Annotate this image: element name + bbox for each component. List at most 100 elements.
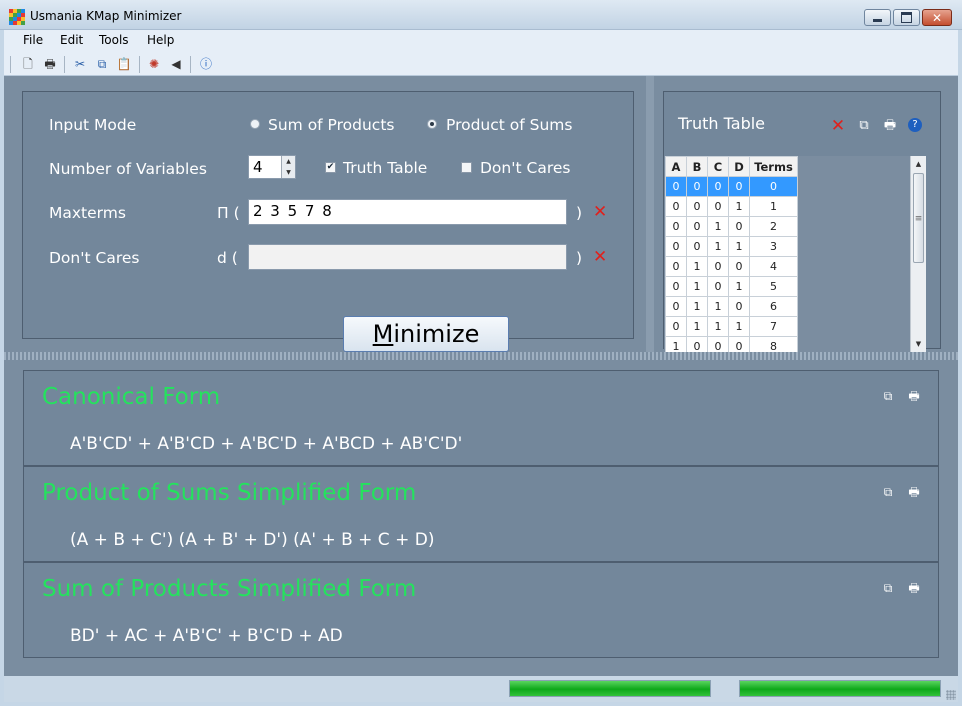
- dont-cares-checkbox-label[interactable]: Don't Cares: [480, 159, 570, 177]
- maxterms-label: Maxterms: [49, 204, 126, 222]
- sum-of-products-label[interactable]: Sum of Products: [268, 116, 394, 134]
- pos-simplified-panel: Product of Sums Simplified Form (A + B +…: [23, 466, 939, 562]
- scroll-up-icon[interactable]: ▲: [911, 156, 926, 172]
- spin-down-icon[interactable]: ▼: [282, 167, 295, 178]
- clear-dont-cares-icon[interactable]: ✕: [593, 249, 607, 266]
- truth-table-cell: 8: [749, 336, 798, 352]
- truth-table-row[interactable]: 01004: [665, 256, 798, 277]
- product-of-sums-label[interactable]: Product of Sums: [446, 116, 572, 134]
- print-table-icon[interactable]: 🖶: [882, 118, 898, 134]
- truth-table-row[interactable]: 01106: [665, 296, 798, 317]
- maxterms-prefix: Π (: [217, 204, 240, 222]
- truth-table-row[interactable]: 01117: [665, 316, 798, 337]
- truth-table-checkbox-label[interactable]: Truth Table: [343, 159, 427, 177]
- print-icon[interactable]: 🖶: [906, 580, 922, 596]
- number-of-variables-label: Number of Variables: [49, 160, 207, 178]
- pos-simplified-title: Product of Sums Simplified Form: [42, 480, 417, 506]
- resize-grip[interactable]: [946, 690, 956, 700]
- truth-table-cell: 0: [686, 236, 708, 257]
- truth-table-cell: 1: [728, 276, 750, 297]
- truth-table-cell: 0: [665, 276, 687, 297]
- settings-icon[interactable]: ✺: [146, 56, 162, 72]
- menu-help[interactable]: Help: [147, 33, 174, 47]
- toolbar-separator: [10, 56, 11, 73]
- truth-table-row[interactable]: 10008: [665, 336, 798, 352]
- truth-table-cell: 1: [707, 316, 729, 337]
- truth-table: A B C D Terms 00000000110010200113010040…: [665, 156, 798, 352]
- scroll-down-icon[interactable]: ▼: [911, 336, 926, 352]
- vertical-splitter[interactable]: [646, 76, 654, 352]
- truth-table-cell: 0: [728, 176, 750, 197]
- print-icon[interactable]: 🖶: [906, 484, 922, 500]
- header-c: C: [707, 156, 729, 177]
- truth-table-row[interactable]: 00102: [665, 216, 798, 237]
- canonical-form-expression: A'B'CD' + A'B'CD + A'BC'D + A'BCD + AB'C…: [70, 434, 463, 454]
- menu-bar: File Edit Tools Help: [4, 30, 958, 52]
- maximize-icon: [894, 10, 919, 25]
- dont-cares-prefix: d (: [217, 249, 238, 267]
- truth-table-row[interactable]: 01015: [665, 276, 798, 297]
- paste-icon[interactable]: 📋: [116, 56, 132, 72]
- print-icon[interactable]: 🖶: [906, 388, 922, 404]
- clear-maxterms-icon[interactable]: ✕: [593, 204, 607, 221]
- speaker-icon[interactable]: ◀: [168, 56, 184, 72]
- sop-simplified-expression: BD' + AC + A'B'C' + B'C'D + AD: [70, 626, 343, 646]
- scroll-thumb[interactable]: ≡: [913, 173, 924, 263]
- status-bar: [4, 676, 958, 702]
- copy-icon[interactable]: ⧉: [880, 484, 896, 500]
- close-window-button[interactable]: ✕: [922, 9, 952, 26]
- toolbar: 🗋 🖶 ✂ ⧉ 📋 ✺ ◀ ⓘ: [4, 52, 958, 76]
- truth-table-cell: 0: [686, 216, 708, 237]
- truth-table-checkbox[interactable]: ✔: [325, 162, 336, 173]
- sop-simplified-panel: Sum of Products Simplified Form BD' + AC…: [23, 562, 939, 658]
- minimize-button[interactable]: Minimize: [343, 316, 509, 352]
- maximize-window-button[interactable]: [893, 9, 920, 26]
- print-icon[interactable]: 🖶: [42, 56, 58, 72]
- progress-fill-1: [510, 681, 710, 696]
- truth-table-row[interactable]: 00113: [665, 236, 798, 257]
- copy-icon[interactable]: ⧉: [880, 580, 896, 596]
- horizontal-splitter[interactable]: [4, 352, 958, 360]
- truth-table-cell: 7: [749, 316, 798, 337]
- new-icon[interactable]: 🗋: [20, 56, 36, 72]
- window-title: Usmania KMap Minimizer: [30, 9, 182, 23]
- menu-edit[interactable]: Edit: [60, 33, 83, 47]
- menu-file[interactable]: File: [23, 33, 43, 47]
- dont-cares-checkbox[interactable]: [461, 162, 472, 173]
- radio-sum-of-products[interactable]: [250, 119, 260, 129]
- dont-cares-input[interactable]: [248, 244, 567, 270]
- variables-spinner[interactable]: 4 ▲ ▼: [248, 155, 296, 179]
- toolbar-separator: [64, 56, 65, 73]
- toolbar-separator: [190, 56, 191, 73]
- help-icon[interactable]: ⓘ: [198, 56, 214, 72]
- truth-table-cell: 0: [665, 316, 687, 337]
- radio-product-of-sums[interactable]: [427, 119, 437, 129]
- truth-table-cell: 0: [728, 216, 750, 237]
- cut-icon[interactable]: ✂: [72, 56, 88, 72]
- copy-icon[interactable]: ⧉: [880, 388, 896, 404]
- toolbar-separator: [139, 56, 140, 73]
- menu-tools[interactable]: Tools: [99, 33, 129, 47]
- title-bar: Usmania KMap Minimizer ✕: [0, 0, 962, 30]
- truth-table-grid[interactable]: A B C D Terms 00000000110010200113010040…: [664, 156, 926, 352]
- truth-table-cell: 0: [665, 176, 687, 197]
- truth-table-cell: 0: [665, 256, 687, 277]
- truth-table-row[interactable]: 00000: [665, 176, 798, 197]
- truth-table-row[interactable]: 00011: [665, 196, 798, 217]
- truth-table-cell: 0: [686, 336, 708, 352]
- truth-table-scrollbar[interactable]: ▲ ≡ ▼: [910, 156, 926, 352]
- app-icon: [9, 9, 25, 25]
- truth-table-cell: 0: [707, 196, 729, 217]
- maxterms-input[interactable]: 2 3 5 7 8: [248, 199, 567, 225]
- spin-up-icon[interactable]: ▲: [282, 156, 295, 167]
- clear-table-icon[interactable]: ✕: [830, 118, 846, 135]
- header-a: A: [665, 156, 687, 177]
- help-table-icon[interactable]: ?: [908, 118, 922, 132]
- truth-table-cell: 1: [707, 296, 729, 317]
- spinner-buttons[interactable]: ▲ ▼: [281, 156, 295, 178]
- copy-table-icon[interactable]: ⧉: [856, 118, 872, 134]
- close-icon: ✕: [931, 10, 943, 25]
- truth-table-header: A B C D Terms: [665, 156, 798, 177]
- copy-icon[interactable]: ⧉: [94, 56, 110, 72]
- minimize-window-button[interactable]: [864, 9, 891, 26]
